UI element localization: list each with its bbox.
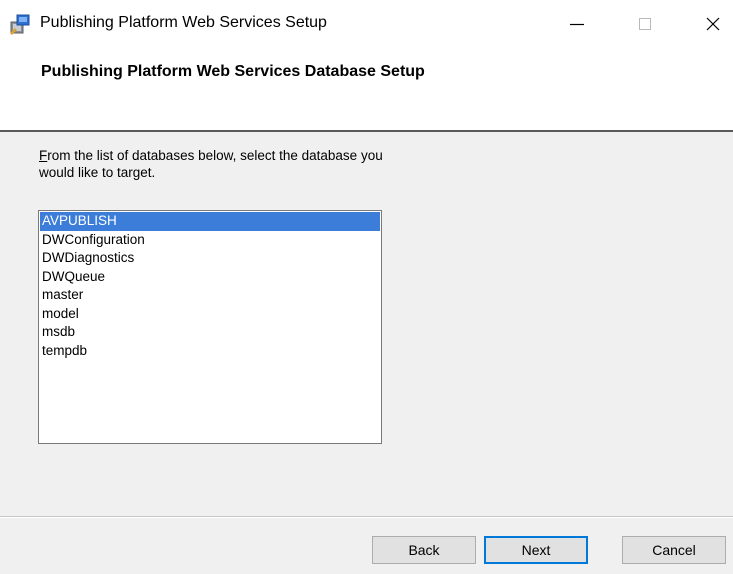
window-title: Publishing Platform Web Services Setup [40,14,327,31]
close-button[interactable] [690,0,733,48]
button-bar: Back Next Cancel [0,518,733,574]
list-item[interactable]: AVPUBLISH [40,212,380,231]
title-bar[interactable]: Publishing Platform Web Services Setup [0,0,733,48]
instruction-access-key: F [39,148,48,163]
minimize-icon [570,17,584,31]
list-item[interactable]: tempdb [40,342,380,361]
content-area: From the list of databases below, select… [0,132,733,516]
list-item[interactable]: model [40,305,380,324]
page-title: Publishing Platform Web Services Databas… [41,63,425,80]
list-item[interactable]: master [40,286,380,305]
minimize-button[interactable] [554,0,600,48]
close-icon [706,17,720,31]
cancel-button[interactable]: Cancel [622,536,726,564]
list-item[interactable]: DWConfiguration [40,231,380,250]
list-item[interactable]: DWQueue [40,268,380,287]
list-item[interactable]: msdb [40,323,380,342]
database-list[interactable]: AVPUBLISH DWConfiguration DWDiagnostics … [38,210,382,444]
setup-window: Publishing Platform Web Services Setup P… [0,0,733,574]
header-banner: Publishing Platform Web Services Databas… [0,48,733,130]
list-item[interactable]: DWDiagnostics [40,249,380,268]
instruction-body: rom the list of databases below, select … [39,148,383,180]
back-button[interactable]: Back [372,536,476,564]
installer-icon [9,13,31,35]
maximize-button[interactable] [622,0,668,48]
maximize-icon [638,17,652,31]
next-button[interactable]: Next [484,536,588,564]
instruction-text: From the list of databases below, select… [39,147,399,181]
